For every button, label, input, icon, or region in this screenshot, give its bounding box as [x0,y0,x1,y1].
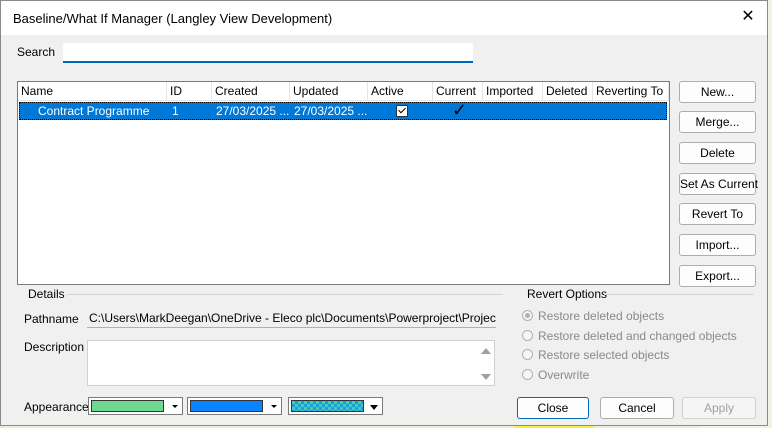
chevron-down-icon [370,405,378,410]
radio-label: Restore deleted and changed objects [538,329,737,343]
pattern-swatch [291,400,364,412]
column-header-updated[interactable]: Updated [290,82,368,100]
description-label: Description [24,340,85,354]
description-field[interactable] [87,340,495,386]
description-scrollbar[interactable] [479,342,493,386]
fill-color-swatch [91,400,164,412]
revert-to-button[interactable]: Revert To [679,203,756,225]
radio-button[interactable] [522,349,533,360]
column-header-current[interactable]: Current [433,82,483,100]
active-checkbox[interactable] [396,105,408,117]
cancel-button[interactable]: Cancel [600,397,674,419]
set-as-current-button[interactable]: Set As Current [679,173,758,195]
delete-button[interactable]: Delete [679,142,756,164]
appearance-label: Appearance [24,400,89,414]
apply-button[interactable]: Apply [682,397,756,419]
details-divider [67,294,503,295]
search-input[interactable] [63,43,473,63]
column-header-reverting-to[interactable]: Reverting To [593,82,669,100]
column-header-active[interactable]: Active [368,82,433,100]
row-id: 1 [172,104,179,118]
revert-options-label: Revert Options [527,287,608,301]
column-header-imported[interactable]: Imported [483,82,543,100]
row-created: 27/03/2025 ... [216,104,290,118]
new-button[interactable]: New... [679,81,756,103]
chevron-down-icon [172,405,178,408]
radio-button[interactable] [522,330,533,341]
pattern-picker[interactable] [288,397,383,415]
radio-label: Restore deleted objects [538,309,665,323]
chevron-down-icon [271,405,277,408]
merge-button[interactable]: Merge... [679,111,756,133]
radio-button[interactable] [522,310,533,321]
radio-button[interactable] [522,369,533,380]
search-label: Search [17,45,56,59]
title-bar: Baseline/What If Manager (Langley View D… [1,1,767,35]
baseline-manager-dialog: Baseline/What If Manager (Langley View D… [0,0,768,426]
pathname-field[interactable]: C:\Users\MarkDeegan\OneDrive - Eleco plc… [87,309,496,328]
row-updated: 27/03/2025 ... [294,104,368,118]
line-color-swatch [190,400,263,412]
close-icon[interactable]: ✕ [739,8,757,26]
column-header-id[interactable]: ID [167,82,212,100]
column-header-name[interactable]: Name [18,82,167,100]
column-header-deleted[interactable]: Deleted [543,82,593,100]
dialog-title: Baseline/What If Manager (Langley View D… [13,11,333,26]
baseline-list[interactable]: Name ID Created Updated Active Current I… [17,81,670,285]
close-button[interactable]: Close [517,397,589,419]
current-check-icon: ✓ [452,100,468,120]
export-button[interactable]: Export... [679,265,756,287]
revert-options-divider [604,294,754,295]
radio-label: Overwrite [538,368,590,382]
line-color-picker[interactable] [187,397,282,415]
pathname-label: Pathname [24,312,79,326]
row-name: Contract Programme [38,104,150,118]
list-header: Name ID Created Updated Active Current I… [18,82,669,101]
import-button[interactable]: Import... [679,234,756,256]
scroll-down-icon[interactable] [481,374,491,380]
scroll-up-icon[interactable] [481,348,491,354]
column-header-created[interactable]: Created [212,82,290,100]
fill-color-picker[interactable] [88,397,183,415]
radio-label: Restore selected objects [538,348,670,362]
list-item[interactable]: Contract Programme 1 27/03/2025 ... 27/0… [19,100,667,120]
details-section-label: Details [28,287,65,301]
